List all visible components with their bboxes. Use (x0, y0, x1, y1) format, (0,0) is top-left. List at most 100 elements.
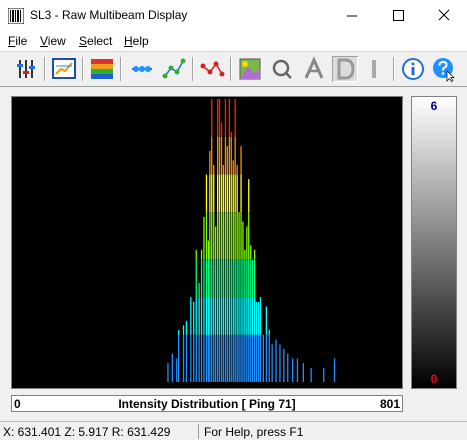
scale-min-label: 0 (430, 372, 438, 386)
menu-help[interactable]: Help (124, 34, 149, 48)
maximize-button[interactable] (375, 0, 421, 32)
a-icon (304, 56, 324, 79)
context-help-button[interactable] (430, 56, 456, 82)
intensity-bar (310, 367, 312, 382)
close-button[interactable] (421, 0, 467, 32)
intensity-bar (271, 344, 273, 382)
info-icon (402, 58, 424, 80)
intensity-bar (275, 339, 277, 382)
intensity-bar (257, 301, 260, 382)
intensity-bar (255, 301, 258, 382)
intensity-plot[interactable] (11, 96, 403, 389)
zoom-q-icon (272, 59, 292, 79)
intensity-bar (211, 99, 213, 382)
intensity-bar (224, 99, 227, 382)
palette-icon (91, 59, 113, 79)
window-title: SL3 - Raw Multibeam Display (30, 8, 188, 22)
help-icon (433, 58, 455, 82)
network-button[interactable] (161, 56, 187, 82)
intensity-bar (209, 150, 211, 382)
sliders-icon (17, 60, 35, 78)
toolbar-separator (230, 57, 232, 81)
points-button[interactable] (199, 56, 225, 82)
intensity-bar (226, 146, 228, 382)
toolbar (0, 51, 467, 87)
graph-button[interactable] (51, 56, 77, 82)
intensity-bar (246, 226, 248, 382)
menu-view[interactable]: View (40, 34, 66, 48)
axis-bar: 0 Intensity Distribution [ Ping 71] 801 (11, 395, 403, 412)
network-icon (162, 58, 186, 79)
menu-file[interactable]: File (8, 34, 27, 48)
intensity-bar (215, 226, 217, 382)
beam-icon (132, 66, 152, 72)
axis-max-label: 801 (379, 397, 400, 411)
settings-button[interactable] (13, 56, 39, 82)
intensity-bar (230, 132, 232, 382)
intensity-bar (302, 363, 304, 382)
intensity-bar (171, 353, 173, 382)
status-separator (198, 424, 199, 439)
intensity-bar (244, 249, 246, 382)
minimize-button[interactable] (329, 0, 375, 32)
close-icon (438, 9, 450, 21)
minimize-icon (347, 15, 357, 17)
menu-bar: File View Select Help (0, 32, 467, 51)
intensity-bar (238, 212, 240, 382)
intensity-bar (185, 320, 188, 382)
intensity-bar (265, 306, 267, 382)
toolbar-separator (82, 57, 84, 81)
intensity-bar (167, 363, 169, 382)
intensity-bar (220, 122, 223, 382)
about-button[interactable] (400, 56, 426, 82)
annotate-button[interactable] (301, 56, 327, 82)
color-surface-button[interactable] (89, 56, 115, 82)
intensity-bar (200, 249, 203, 382)
color-scale: 6 0 (411, 96, 457, 389)
toolbar-separator (393, 57, 395, 81)
points-icon (200, 61, 225, 77)
display-button[interactable] (332, 56, 358, 82)
app-icon (8, 8, 24, 24)
bar-button[interactable] (361, 56, 387, 82)
intensity-bar (252, 259, 254, 382)
intensity-bar (296, 358, 299, 382)
intensity-bar (268, 330, 270, 382)
intensity-bars (167, 99, 336, 382)
intensity-bar (242, 221, 244, 382)
image-icon (239, 58, 261, 80)
intensity-bar (240, 146, 242, 382)
image-button[interactable] (237, 56, 263, 82)
intensity-bar (205, 174, 208, 382)
intensity-bar (292, 358, 294, 382)
intensity-bar (283, 349, 285, 382)
intensity-bar (218, 99, 221, 382)
status-bar: X: 631.401 Z: 5.917 R: 631.429 For Help,… (0, 421, 467, 440)
scale-max-label: 6 (430, 99, 438, 113)
bar-icon (372, 60, 376, 78)
maximize-icon (393, 10, 404, 21)
status-help-text: For Help, press F1 (204, 425, 304, 439)
intensity-bar (207, 240, 209, 382)
intensity-bar (254, 249, 256, 382)
intensity-bar (232, 160, 234, 382)
intensity-bar (323, 367, 325, 382)
intensity-bar (228, 99, 230, 382)
chart-icon (52, 58, 76, 79)
intensity-bar (195, 249, 197, 382)
intensity-bar (279, 344, 281, 382)
chart-title: Intensity Distribution [ Ping 71] (118, 397, 296, 411)
intensity-bar (182, 325, 185, 382)
query-button[interactable] (269, 56, 295, 82)
d-icon (337, 58, 355, 80)
intensity-bar (250, 245, 252, 382)
menu-select[interactable]: Select (79, 34, 112, 48)
toolbar-separator (192, 57, 194, 81)
intensity-bar (193, 301, 195, 382)
title-bar: SL3 - Raw Multibeam Display (0, 0, 467, 32)
intensity-bar (262, 334, 264, 382)
status-coordinates: X: 631.401 Z: 5.917 R: 631.429 (3, 425, 171, 439)
beam-button[interactable] (129, 56, 155, 82)
intensity-bar (333, 358, 336, 382)
intensity-bar (198, 282, 200, 382)
